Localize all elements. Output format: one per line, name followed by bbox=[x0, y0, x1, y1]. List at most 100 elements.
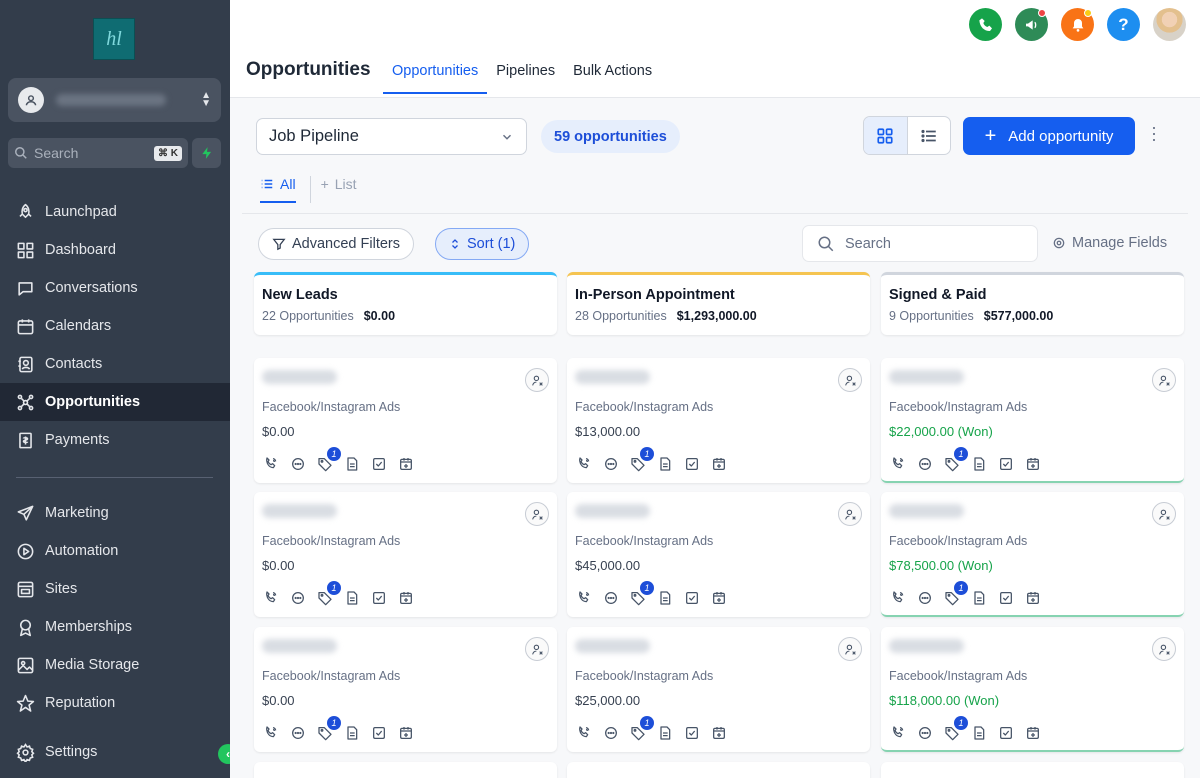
user-avatar[interactable] bbox=[1153, 8, 1186, 41]
appointment-icon[interactable] bbox=[710, 589, 727, 606]
opportunity-card[interactable]: Facebook/Instagram Ads $78,500.00 (Won) 1 bbox=[881, 492, 1184, 617]
tag-icon[interactable]: 1 bbox=[943, 447, 968, 472]
sms-icon[interactable] bbox=[602, 589, 619, 606]
phone-icon[interactable] bbox=[262, 455, 279, 472]
sidebar-item-settings[interactable]: Settings bbox=[0, 733, 230, 771]
phone-icon[interactable] bbox=[889, 589, 906, 606]
sidebar-item-opportunities[interactable]: Opportunities bbox=[0, 383, 230, 421]
appointment-icon[interactable] bbox=[710, 455, 727, 472]
sidebar-item-automation[interactable]: Automation bbox=[0, 532, 230, 570]
tag-icon[interactable]: 1 bbox=[943, 716, 968, 741]
sms-icon[interactable] bbox=[916, 724, 933, 741]
assign-user-button[interactable] bbox=[525, 502, 549, 526]
tag-icon[interactable]: 1 bbox=[629, 447, 654, 472]
manage-fields-button[interactable]: Manage Fields bbox=[1052, 235, 1167, 251]
account-switcher[interactable]: ▲ ▼ bbox=[8, 78, 221, 122]
tab-bulk-actions[interactable]: Bulk Actions bbox=[564, 54, 661, 93]
sidebar-item-payments[interactable]: Payments bbox=[0, 421, 230, 459]
sidebar-item-conversations[interactable]: Conversations bbox=[0, 269, 230, 307]
task-icon[interactable] bbox=[997, 455, 1014, 472]
list-view-button[interactable] bbox=[908, 117, 951, 154]
appointment-icon[interactable] bbox=[1024, 589, 1041, 606]
task-icon[interactable] bbox=[997, 589, 1014, 606]
company-logo[interactable]: hl bbox=[93, 18, 135, 60]
appointment-icon[interactable] bbox=[397, 724, 414, 741]
opportunity-search-input[interactable]: Search bbox=[802, 225, 1038, 262]
sms-icon[interactable] bbox=[289, 455, 306, 472]
task-icon[interactable] bbox=[683, 724, 700, 741]
add-opportunity-button[interactable]: + Add opportunity bbox=[963, 117, 1135, 155]
note-icon[interactable] bbox=[656, 724, 673, 741]
task-icon[interactable] bbox=[683, 455, 700, 472]
sms-icon[interactable] bbox=[289, 589, 306, 606]
sms-icon[interactable] bbox=[916, 455, 933, 472]
sms-icon[interactable] bbox=[602, 724, 619, 741]
note-icon[interactable] bbox=[970, 589, 987, 606]
appointment-icon[interactable] bbox=[1024, 455, 1041, 472]
task-icon[interactable] bbox=[683, 589, 700, 606]
phone-icon[interactable] bbox=[575, 589, 592, 606]
note-icon[interactable] bbox=[970, 724, 987, 741]
tag-icon[interactable]: 1 bbox=[316, 716, 341, 741]
appointment-icon[interactable] bbox=[397, 589, 414, 606]
tag-icon[interactable]: 1 bbox=[629, 581, 654, 606]
opportunity-card[interactable]: Facebook/Instagram Ads $0.00 1 bbox=[254, 627, 557, 752]
subtab-all[interactable]: All bbox=[260, 176, 296, 203]
tag-icon[interactable]: 1 bbox=[316, 447, 341, 472]
sidebar-item-dashboard[interactable]: Dashboard bbox=[0, 231, 230, 269]
grid-view-button[interactable] bbox=[864, 117, 908, 154]
note-icon[interactable] bbox=[343, 589, 360, 606]
assign-user-button[interactable] bbox=[1152, 368, 1176, 392]
task-icon[interactable] bbox=[370, 455, 387, 472]
tab-opportunities[interactable]: Opportunities bbox=[383, 54, 488, 94]
subtab-add-list[interactable]: + List bbox=[309, 176, 357, 203]
sort-button[interactable]: Sort (1) bbox=[435, 228, 530, 260]
appointment-icon[interactable] bbox=[1024, 724, 1041, 741]
assign-user-button[interactable] bbox=[838, 368, 862, 392]
sidebar-search[interactable]: Search ⌘ K bbox=[8, 138, 188, 168]
phone-icon[interactable] bbox=[262, 589, 279, 606]
opportunity-card[interactable]: Facebook/Instagram Ads $13,000.00 1 bbox=[567, 358, 870, 483]
note-icon[interactable] bbox=[970, 455, 987, 472]
task-icon[interactable] bbox=[370, 589, 387, 606]
note-icon[interactable] bbox=[656, 455, 673, 472]
note-icon[interactable] bbox=[656, 589, 673, 606]
phone-icon[interactable] bbox=[575, 455, 592, 472]
appointment-icon[interactable] bbox=[397, 455, 414, 472]
phone-button[interactable] bbox=[969, 8, 1002, 41]
opportunity-card[interactable]: Facebook/Instagram Ads $22,000.00 (Won) 1 bbox=[881, 358, 1184, 483]
assign-user-button[interactable] bbox=[838, 637, 862, 661]
tag-icon[interactable]: 1 bbox=[316, 581, 341, 606]
sms-icon[interactable] bbox=[289, 724, 306, 741]
sidebar-item-launchpad[interactable]: Launchpad bbox=[0, 193, 230, 231]
advanced-filters-button[interactable]: Advanced Filters bbox=[258, 228, 414, 260]
announcements-button[interactable] bbox=[1015, 8, 1048, 41]
assign-user-button[interactable] bbox=[525, 637, 549, 661]
sidebar-item-media-storage[interactable]: Media Storage bbox=[0, 646, 230, 684]
assign-user-button[interactable] bbox=[1152, 502, 1176, 526]
more-options-icon[interactable]: · · · bbox=[1151, 118, 1157, 148]
sms-icon[interactable] bbox=[602, 455, 619, 472]
opportunity-card[interactable]: Facebook/Instagram Ads $118,000.00 (Won) 1 bbox=[881, 627, 1184, 752]
sidebar-item-calendars[interactable]: Calendars bbox=[0, 307, 230, 345]
tag-icon[interactable]: 1 bbox=[629, 716, 654, 741]
sidebar-item-marketing[interactable]: Marketing bbox=[0, 494, 230, 532]
task-icon[interactable] bbox=[370, 724, 387, 741]
opportunity-card-partial[interactable] bbox=[254, 762, 557, 778]
quick-actions-button[interactable] bbox=[192, 138, 221, 168]
phone-icon[interactable] bbox=[889, 724, 906, 741]
sidebar-item-memberships[interactable]: Memberships bbox=[0, 608, 230, 646]
note-icon[interactable] bbox=[343, 455, 360, 472]
phone-icon[interactable] bbox=[889, 455, 906, 472]
assign-user-button[interactable] bbox=[838, 502, 862, 526]
opportunity-card[interactable]: Facebook/Instagram Ads $0.00 1 bbox=[254, 492, 557, 617]
assign-user-button[interactable] bbox=[525, 368, 549, 392]
sidebar-item-sites[interactable]: Sites bbox=[0, 570, 230, 608]
phone-icon[interactable] bbox=[262, 724, 279, 741]
opportunity-card-partial[interactable] bbox=[567, 762, 870, 778]
pipeline-select[interactable]: Job Pipeline bbox=[256, 118, 527, 155]
sidebar-item-reputation[interactable]: Reputation bbox=[0, 684, 230, 722]
sidebar-item-contacts[interactable]: Contacts bbox=[0, 345, 230, 383]
sms-icon[interactable] bbox=[916, 589, 933, 606]
task-icon[interactable] bbox=[997, 724, 1014, 741]
